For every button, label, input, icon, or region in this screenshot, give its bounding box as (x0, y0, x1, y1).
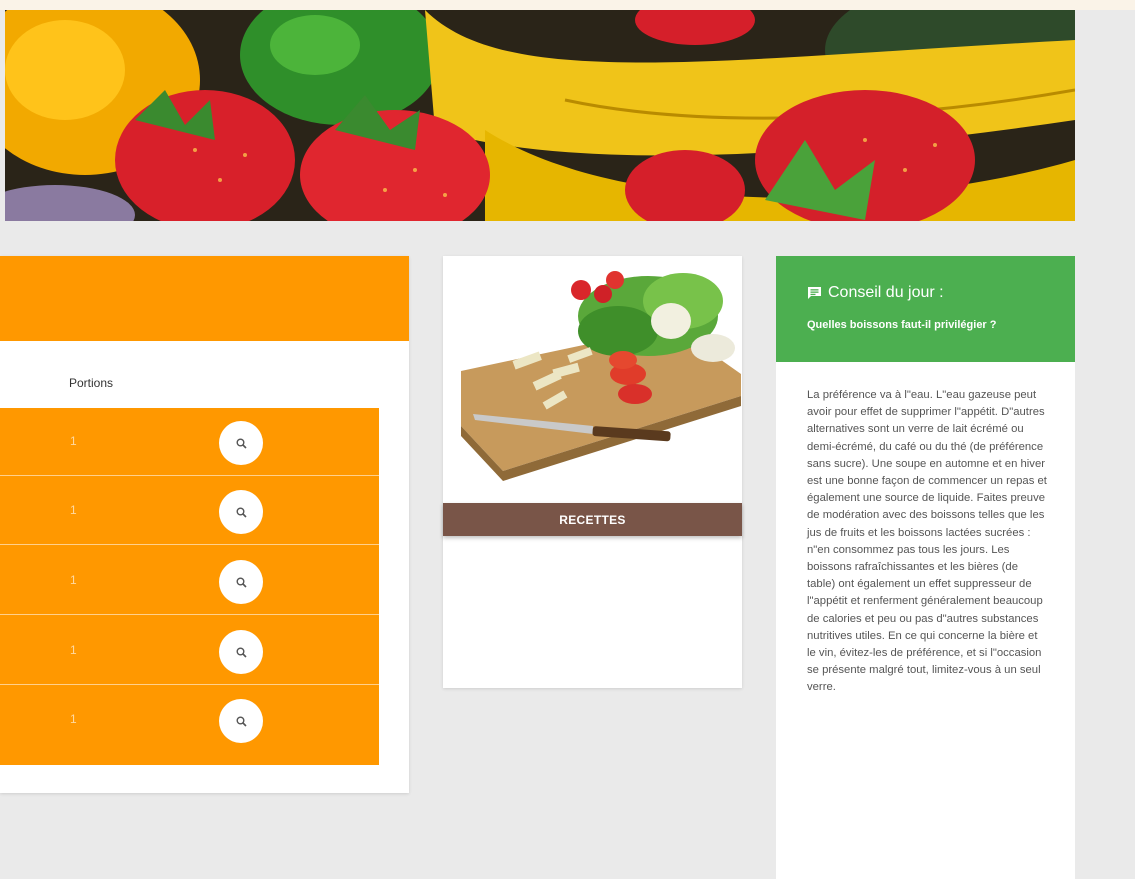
daily-tip-title-row: Conseil du jour : (807, 284, 944, 302)
portion-value: 1 (70, 712, 77, 726)
daily-tip-card: Conseil du jour : Quelles boissons faut-… (776, 256, 1075, 879)
portion-search-button[interactable] (219, 630, 263, 674)
portion-value: 1 (70, 573, 77, 587)
portion-row: 1 (0, 547, 379, 615)
search-icon (236, 577, 247, 588)
hero-banner-image (5, 10, 1075, 221)
daily-tip-subtitle: Quelles boissons faut-il privilégier ? (807, 319, 997, 331)
portion-value: 1 (70, 503, 77, 517)
top-strip (0, 0, 1135, 10)
search-icon (236, 716, 247, 727)
message-icon (808, 287, 821, 299)
portion-value: 1 (70, 643, 77, 657)
portions-column-header: Portions (69, 376, 114, 390)
search-icon (236, 507, 247, 518)
portion-value: 1 (70, 434, 77, 448)
portions-list: 1 1 1 1 1 (0, 408, 379, 765)
portions-card-header (0, 256, 409, 341)
daily-tip-body: La préférence va à l"eau. L"eau gazeuse … (807, 389, 1047, 694)
daily-tip-header: Conseil du jour : Quelles boissons faut-… (776, 256, 1075, 362)
portion-row: 1 (0, 617, 379, 685)
recipes-button[interactable]: RECETTES (443, 503, 742, 536)
portion-search-button[interactable] (219, 490, 263, 534)
portion-search-button[interactable] (219, 421, 263, 465)
search-icon (236, 438, 247, 449)
portions-card: Portions 1 1 1 1 1 (0, 256, 409, 793)
portion-row: 1 (0, 408, 379, 476)
portion-search-button[interactable] (219, 699, 263, 743)
daily-tip-title: Conseil du jour : (828, 284, 944, 301)
recipes-image (443, 256, 742, 488)
portion-row: 1 (0, 477, 379, 545)
portion-row: 1 (0, 686, 379, 754)
portion-search-button[interactable] (219, 560, 263, 604)
recipes-card: RECETTES (443, 256, 742, 688)
search-icon (236, 647, 247, 658)
